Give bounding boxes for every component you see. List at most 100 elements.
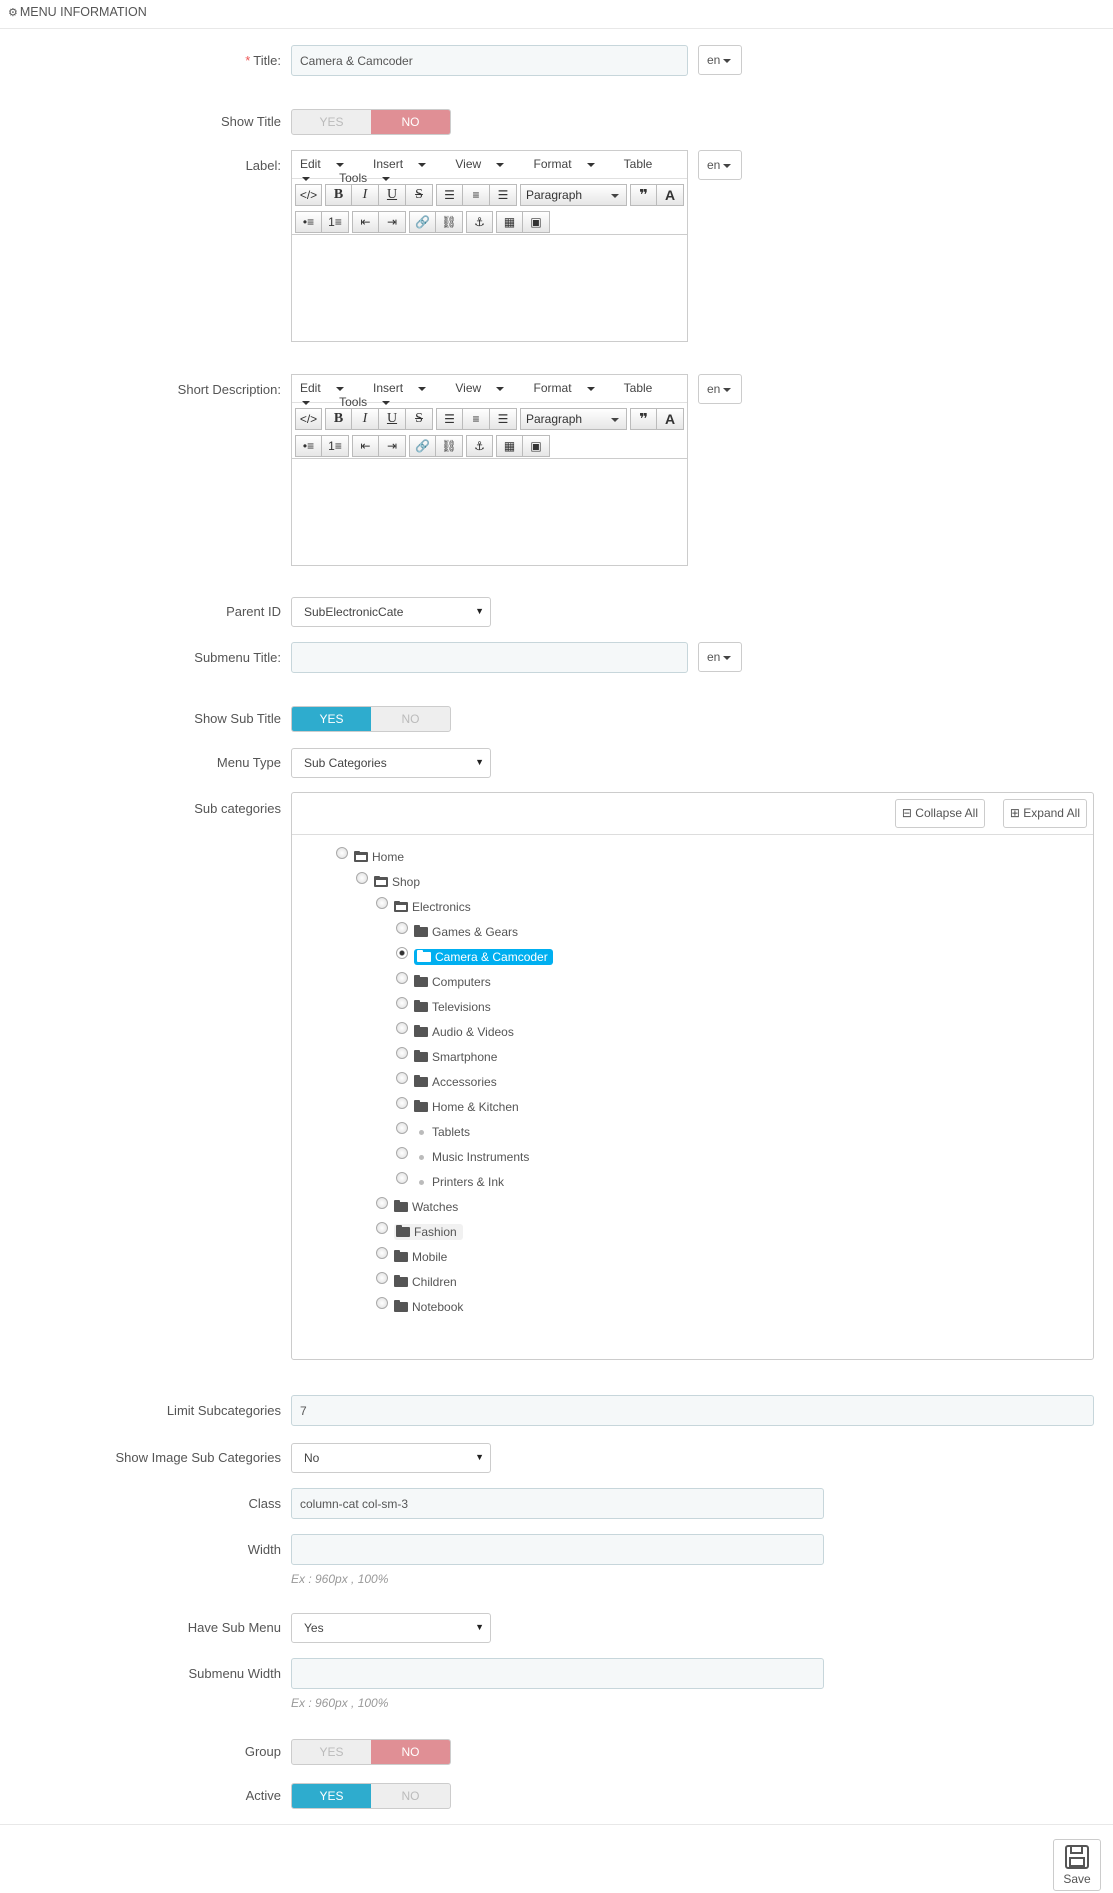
title-input[interactable] [291,45,688,76]
tree-node-radio[interactable] [396,1172,408,1184]
tree-node[interactable]: Notebook [376,1297,463,1317]
show-image-sub-select[interactable]: No ▼ [291,1443,491,1473]
class-input[interactable] [291,1488,824,1519]
menu-format[interactable]: Format [534,157,608,171]
tree-node[interactable]: Music Instruments [396,1147,529,1167]
active-toggle[interactable]: YES NO [291,1783,451,1809]
save-button[interactable]: Save [1053,1839,1101,1891]
tree-node[interactable]: Camera & Camcoder [396,947,553,967]
submenu-title-lang-dropdown[interactable]: en [698,642,742,672]
tree-node[interactable]: Watches [376,1197,458,1217]
tree-node[interactable]: Printers & Ink [396,1172,504,1192]
bold-icon[interactable]: B [325,183,352,206]
bullet-list-icon[interactable]: •≡ [295,211,322,233]
tree-node-radio[interactable] [396,1147,408,1159]
bold-icon[interactable]: B [325,407,352,430]
label-editor[interactable]: Edit Insert View Format Table Tools </> … [291,150,688,342]
show-sub-title-yes[interactable]: YES [292,707,371,731]
menu-view[interactable]: View [455,381,517,395]
tree-node[interactable]: Children [376,1272,457,1292]
anchor-icon[interactable]: ⚓ [466,435,493,457]
tree-node-radio[interactable] [396,947,408,959]
image-icon[interactable]: ▣ [523,211,550,233]
media-icon[interactable]: ▦ [496,435,523,457]
image-icon[interactable]: ▣ [523,435,550,457]
tree-node[interactable]: Accessories [396,1072,497,1092]
numbered-list-icon[interactable]: 1≡ [322,211,349,233]
unlink-icon[interactable]: ⛓ [436,211,463,233]
expand-all-button[interactable]: ⊞ Expand All [1002,799,1087,828]
menu-format[interactable]: Format [534,381,608,395]
tree-node[interactable]: Computers [396,972,491,992]
menu-edit[interactable]: Edit [300,381,357,395]
outdent-icon[interactable]: ⇤ [352,435,379,457]
menu-insert[interactable]: Insert [373,157,439,171]
tree-node-radio[interactable] [376,1247,388,1259]
tree-node[interactable]: Fashion [376,1222,463,1242]
show-title-yes[interactable]: YES [292,110,371,134]
text-color-icon[interactable]: A [657,407,684,430]
italic-icon[interactable]: I [352,407,379,430]
tree-node-radio[interactable] [376,897,388,909]
tree-node-radio[interactable] [336,847,348,859]
tree-node-radio[interactable] [376,1222,388,1234]
tree-node[interactable]: Smartphone [396,1047,497,1067]
tree-node-radio[interactable] [396,1047,408,1059]
align-left-icon[interactable]: ☰ [436,183,463,206]
show-sub-title-no[interactable]: NO [371,707,450,731]
tree-node-radio[interactable] [356,872,368,884]
underline-icon[interactable]: U [379,407,406,430]
width-input[interactable] [291,1534,824,1565]
align-left-icon[interactable]: ☰ [436,407,463,430]
group-toggle[interactable]: YES NO [291,1739,451,1765]
tree-node-radio[interactable] [376,1197,388,1209]
tree-node-radio[interactable] [396,997,408,1009]
tree-node[interactable]: Audio & Videos [396,1022,514,1042]
tree-node-radio[interactable] [396,1097,408,1109]
tree-node-radio[interactable] [396,1072,408,1084]
menu-type-select[interactable]: Sub Categories ▼ [291,748,491,778]
group-yes[interactable]: YES [292,1740,371,1764]
block-format-dropdown[interactable]: Paragraph [520,183,627,206]
active-yes[interactable]: YES [292,1784,371,1808]
menu-insert[interactable]: Insert [373,381,439,395]
show-title-no[interactable]: NO [371,110,450,134]
anchor-icon[interactable]: ⚓ [466,211,493,233]
numbered-list-icon[interactable]: 1≡ [322,435,349,457]
parent-id-select[interactable]: SubElectronicCate ▼ [291,597,491,627]
align-right-icon[interactable]: ☰ [490,407,517,430]
submenu-width-input[interactable] [291,1658,824,1689]
label-lang-dropdown[interactable]: en [698,150,742,180]
tree-node[interactable]: Games & Gears [396,922,518,942]
media-icon[interactable]: ▦ [496,211,523,233]
italic-icon[interactable]: I [352,183,379,206]
tree-node-radio[interactable] [396,1122,408,1134]
group-no[interactable]: NO [371,1740,450,1764]
align-center-icon[interactable]: ≡ [463,183,490,206]
tree-node[interactable]: Electronics [376,897,471,917]
tree-node-radio[interactable] [396,972,408,984]
link-icon[interactable]: 🔗 [409,435,436,457]
strikethrough-icon[interactable]: S [406,407,433,430]
tree-node[interactable]: Home [336,847,404,867]
tree-node[interactable]: Mobile [376,1247,447,1267]
tree-node-radio[interactable] [376,1297,388,1309]
show-title-toggle[interactable]: YES NO [291,109,451,135]
short-desc-editor[interactable]: Edit Insert View Format Table Tools </> … [291,374,688,566]
blockquote-icon[interactable]: ❞ [630,183,657,206]
indent-icon[interactable]: ⇥ [379,211,406,233]
limit-subcategories-input[interactable] [291,1395,1094,1426]
title-lang-dropdown[interactable]: en [698,45,742,75]
active-no[interactable]: NO [371,1784,450,1808]
blockquote-icon[interactable]: ❞ [630,407,657,430]
menu-view[interactable]: View [455,157,517,171]
submenu-title-input[interactable] [291,642,688,673]
unlink-icon[interactable]: ⛓ [436,435,463,457]
tree-node-radio[interactable] [396,1022,408,1034]
tree-node[interactable]: Shop [356,872,420,892]
menu-edit[interactable]: Edit [300,157,357,171]
link-icon[interactable]: 🔗 [409,211,436,233]
indent-icon[interactable]: ⇥ [379,435,406,457]
align-right-icon[interactable]: ☰ [490,183,517,206]
show-sub-title-toggle[interactable]: YES NO [291,706,451,732]
